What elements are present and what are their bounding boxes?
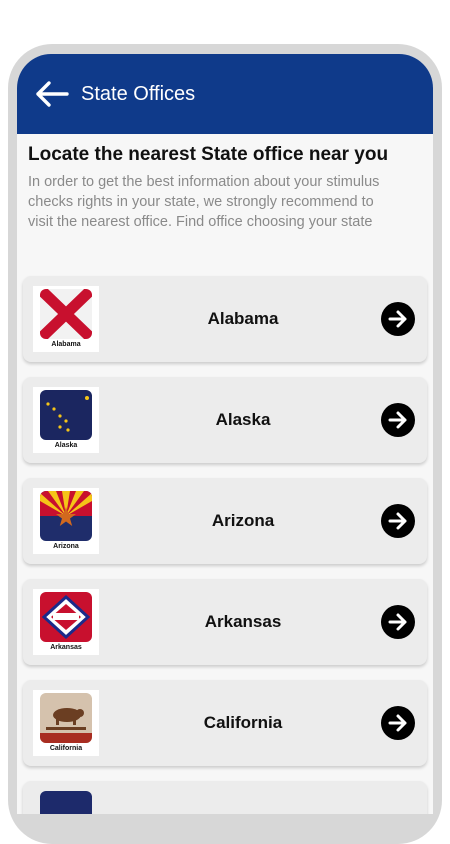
flag-thumbnail <box>40 791 92 814</box>
state-card-alabama[interactable]: Alabama Alabama <box>23 276 427 362</box>
arrow-right-icon <box>388 512 407 530</box>
go-arrow-button[interactable] <box>381 403 415 437</box>
flag-thumbnail: Arkansas <box>33 589 99 655</box>
state-name: Alaska <box>215 410 271 429</box>
flag-caption: Arizona <box>53 543 79 550</box>
alaska-flag-icon <box>40 390 92 440</box>
state-name: Alabama <box>207 309 279 328</box>
go-arrow-button[interactable] <box>381 605 415 639</box>
california-flag-icon <box>40 693 92 743</box>
arkansas-flag-icon <box>40 592 92 642</box>
state-card-partial[interactable] <box>23 781 427 814</box>
arrow-right-icon <box>388 411 407 429</box>
alabama-flag-icon <box>40 289 92 339</box>
app-bar: State Offices <box>17 54 433 134</box>
go-arrow-button[interactable] <box>381 706 415 740</box>
flag-thumbnail: Alabama <box>33 286 99 352</box>
flag-caption: California <box>49 745 83 752</box>
go-arrow-button[interactable] <box>381 302 415 336</box>
state-card-alaska[interactable]: Alaska Alaska <box>23 377 427 463</box>
back-button[interactable] <box>25 54 79 134</box>
page-title: State Offices <box>81 82 196 105</box>
arrow-left-icon <box>36 81 69 107</box>
flag-caption: Arkansas <box>50 644 82 651</box>
flag-thumbnail: California <box>33 690 99 756</box>
section-description: In order to get the best information abo… <box>28 174 380 230</box>
state-name: California <box>203 713 283 732</box>
state-list: Alabama Alabama Alaska Alaska Arizona Ar… <box>23 276 427 814</box>
state-name: Arkansas <box>204 612 282 631</box>
state-card-arizona[interactable]: Arizona Arizona <box>23 478 427 564</box>
arrow-right-icon <box>388 613 407 631</box>
flag-thumbnail: Alaska <box>33 387 99 453</box>
arrow-right-icon <box>388 310 407 328</box>
arizona-flag-icon <box>40 491 92 541</box>
flag-thumbnail: Arizona <box>33 488 99 554</box>
state-card-arkansas[interactable]: Arkansas Arkansas <box>23 579 427 665</box>
flag-caption: Alaska <box>54 442 78 449</box>
state-name: Arizona <box>211 511 275 530</box>
section-heading: Locate the nearest State office near you <box>28 144 389 165</box>
go-arrow-button[interactable] <box>381 504 415 538</box>
app-screen: State Offices Locate the nearest State o… <box>17 54 433 814</box>
state-card-california[interactable]: California California <box>23 680 427 766</box>
arrow-right-icon <box>388 714 407 732</box>
flag-caption: Alabama <box>51 341 81 348</box>
